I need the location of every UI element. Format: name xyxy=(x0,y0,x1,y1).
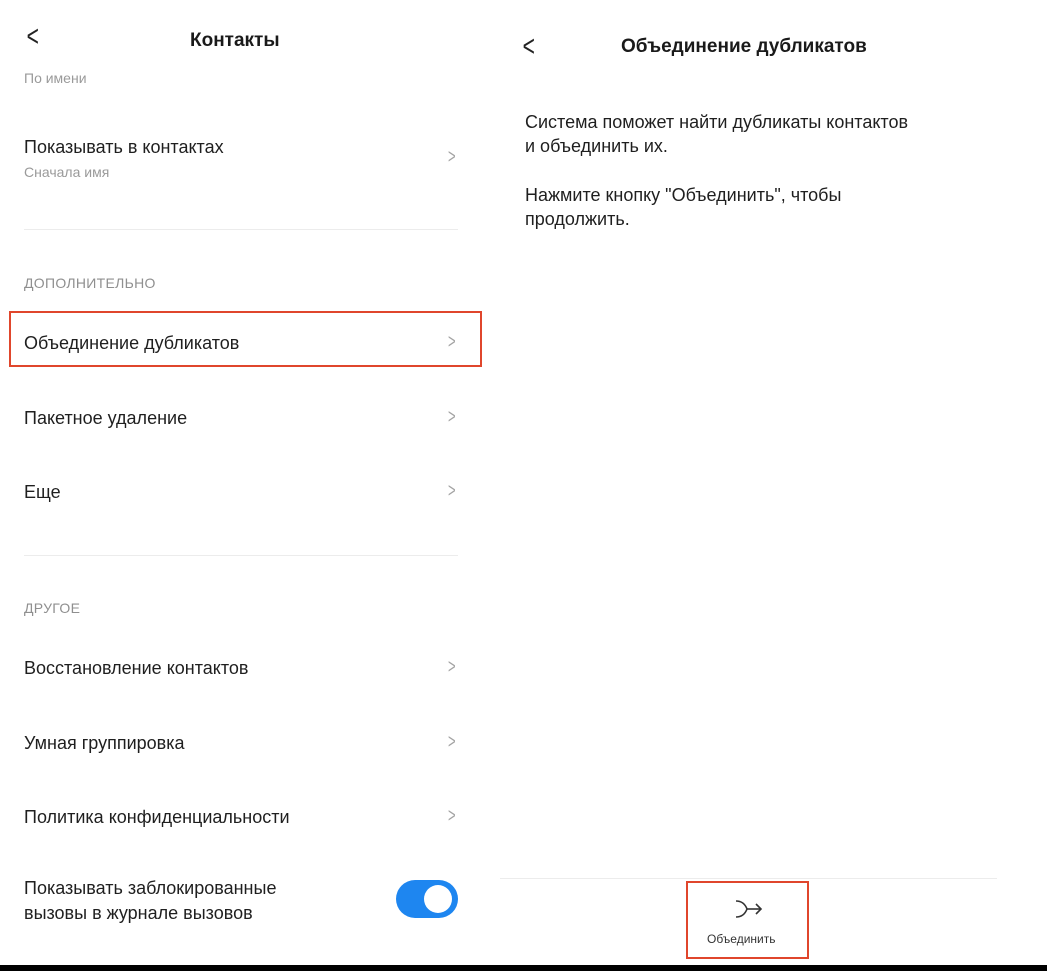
privacy-policy-label: Политика конфиденциальности xyxy=(24,807,290,827)
back-arrow-icon[interactable]: < xyxy=(27,22,39,52)
chevron-right-icon: > xyxy=(448,805,456,827)
show-in-contacts-label: Показывать в контактах xyxy=(24,137,224,157)
contacts-settings-panel: < Контакты По имени Показывать в контакт… xyxy=(0,0,482,965)
highlight-box xyxy=(9,311,482,367)
divider xyxy=(24,229,458,230)
instruction-line: Нажмите кнопку "Объединить", чтобы xyxy=(525,185,842,205)
show-in-contacts-value: Сначала имя xyxy=(24,164,110,180)
chevron-right-icon: > xyxy=(448,480,456,502)
highlight-box xyxy=(686,881,809,959)
bottom-black-bar xyxy=(0,965,1047,971)
section-header-other: ДРУГОЕ xyxy=(24,600,81,616)
show-blocked-toggle[interactable] xyxy=(396,880,458,918)
bottom-divider xyxy=(500,878,997,879)
description-line: и объединить их. xyxy=(525,136,668,156)
more-label: Еще xyxy=(24,482,61,502)
merge-duplicates-panel: < Объединение дубликатов Система поможет… xyxy=(500,0,1047,965)
chevron-right-icon: > xyxy=(448,406,456,428)
back-arrow-icon[interactable]: < xyxy=(523,32,535,62)
description-line: Система поможет найти дубликаты контакто… xyxy=(525,112,909,132)
sort-order-value: По имени xyxy=(24,70,87,86)
section-header-additional: ДОПОЛНИТЕЛЬНО xyxy=(24,275,156,291)
smart-grouping-label: Умная группировка xyxy=(24,733,185,753)
chevron-right-icon: > xyxy=(448,731,456,753)
page-title: Контакты xyxy=(190,30,280,51)
instruction-line: продолжить. xyxy=(525,209,630,229)
show-blocked-line1: Показывать заблокированные xyxy=(24,878,277,898)
batch-delete-label: Пакетное удаление xyxy=(24,408,188,428)
show-blocked-line2: вызовы в журнале вызовов xyxy=(24,903,253,923)
toggle-knob xyxy=(424,885,452,913)
page-title: Объединение дубликатов xyxy=(621,36,867,57)
divider xyxy=(24,555,458,556)
chevron-right-icon: > xyxy=(448,656,456,678)
chevron-right-icon: > xyxy=(448,146,456,168)
restore-contacts-label: Восстановление контактов xyxy=(24,658,249,678)
